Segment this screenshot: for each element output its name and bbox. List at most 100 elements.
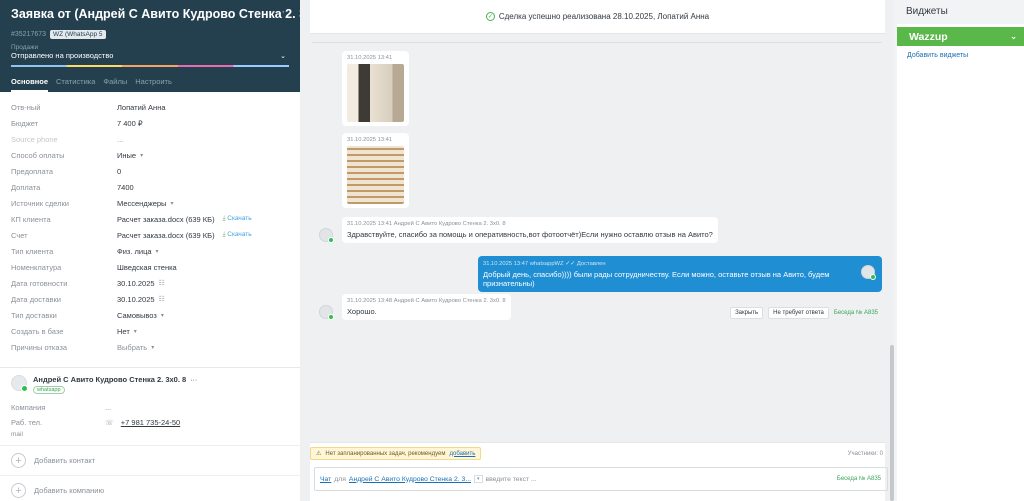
add-contact-button[interactable]: + Добавить контакт — [0, 445, 300, 475]
close-conversation-button[interactable]: Закрыть — [730, 307, 764, 319]
avatar — [319, 305, 334, 320]
download-label: Скачать — [227, 231, 252, 238]
field-value[interactable]: ... — [117, 135, 123, 144]
lead-fields: Отв-ный Лопатий Анна Бюджет 7 400 ₽ Sour… — [0, 92, 300, 355]
photo-thumbnail[interactable] — [347, 146, 404, 204]
field-value: Расчет заказа.docx (639 КБ) ⤓ Скачать — [117, 215, 252, 224]
chat-placeholder: введите текст ... — [485, 475, 537, 483]
tab-statistics[interactable]: Статистика — [56, 75, 95, 92]
source-phone-value: ... — [117, 134, 124, 144]
check-circle-icon: ✓ — [485, 12, 495, 21]
chat-input[interactable]: Чат для Андрей С Авито Кудрово Стенка 2.… — [314, 467, 888, 491]
message-bubble: 31.10.2025 13:41 Андрей С Авито Кудрово … — [342, 217, 718, 243]
contact-tag[interactable]: whatsapp — [33, 386, 65, 394]
add-company-button[interactable]: + Добавить компанию — [0, 475, 300, 501]
chevron-down-icon: ▾ — [170, 200, 174, 207]
widgets-panel: Виджеты Wazzup ⌄ Добавить виджеты — [894, 0, 1024, 501]
field-row-invoice: Счет Расчет заказа.docx (639 КБ) ⤓ Скачат… — [11, 227, 289, 243]
deal-source-value: Мессенджеры — [117, 198, 167, 208]
chat-recipient-select[interactable]: Андрей С Авито Кудрово Стенка 2. 3... — [349, 476, 471, 483]
add-task-link[interactable]: добавить — [449, 451, 475, 457]
lead-title[interactable]: Заявка от (Андрей С Авито Кудрово Стенка… — [11, 7, 300, 21]
field-value[interactable]: 0 — [117, 167, 121, 176]
notice-text: Нет запланированных задач, рекомендуем — [325, 450, 446, 457]
create-in-db-value: Нет — [117, 326, 130, 336]
download-button[interactable]: ⤓ Скачать — [223, 231, 252, 239]
whatsapp-icon — [870, 274, 876, 280]
calendar-icon: ☷ — [158, 296, 165, 303]
refusal-reason-select[interactable]: Выбрать ▾ — [117, 343, 154, 352]
phone-link[interactable]: +7 981 735-24-50 — [121, 418, 180, 427]
photo-thumbnail[interactable] — [347, 64, 404, 122]
field-label: Источник сделки — [11, 198, 69, 208]
field-label: Компания — [11, 403, 46, 412]
field-value[interactable]: 7 400 ₽ — [117, 119, 143, 128]
pipeline-label: Продажи — [11, 44, 39, 51]
tab-files[interactable]: Файлы — [103, 75, 127, 92]
double-check-icon: ✓✓ — [565, 261, 576, 267]
field-value[interactable]: 7400 — [117, 183, 134, 192]
participants-count[interactable]: Участники: 0 — [848, 451, 883, 457]
chevron-down-icon: ▾ — [151, 344, 155, 351]
field-row-budget: Бюджет 7 400 ₽ — [11, 115, 289, 131]
more-options-icon[interactable]: ··· — [272, 6, 286, 18]
whatsapp-icon — [328, 237, 334, 243]
field-value[interactable]: Лопатий Анна — [117, 103, 166, 112]
chat-type-select[interactable]: Чат — [320, 476, 331, 483]
refusal-reason-value: Выбрать — [117, 342, 148, 352]
message-bubble: 31.10.2025 13:41 — [342, 133, 409, 208]
payment-method-select[interactable]: Иные ▾ — [117, 151, 143, 160]
wazzup-widget[interactable]: Wazzup ⌄ — [897, 27, 1024, 46]
avatar — [861, 265, 876, 280]
field-value: Расчет заказа.docx (639 КБ) ⤓ Скачать — [117, 231, 252, 240]
pipeline-status-select[interactable]: Отправлено на производство ⌄ — [11, 51, 289, 60]
photo-message: 31.10.2025 13:41 — [342, 133, 409, 208]
tab-settings[interactable]: Настроить — [135, 75, 172, 92]
more-options-icon[interactable]: ··· — [190, 377, 197, 384]
message-meta: 31.10.2025 13:41 Андрей С Авито Кудрово … — [347, 221, 506, 227]
file-name[interactable]: Расчет заказа.docx (639 КБ) — [117, 231, 215, 240]
chevron-down-icon: ⌄ — [1010, 32, 1017, 41]
deal-source-select[interactable]: Мессенджеры ▾ — [117, 199, 173, 208]
create-in-db-select[interactable]: Нет ▾ — [117, 327, 137, 336]
download-button[interactable]: ⤓ Скачать — [223, 215, 252, 223]
add-company-label: Добавить компанию — [34, 486, 105, 495]
field-label: Способ оплаты — [11, 150, 65, 160]
photo-message: 31.10.2025 13:41 — [342, 51, 409, 126]
contact-block: Андрей С Авито Кудрово Стенка 2. 3х0. 8 ·… — [0, 367, 300, 438]
no-tasks-notice: ⚠ Нет запланированных задач, рекомендуем… — [310, 447, 482, 460]
field-value[interactable]: Шведская стенка — [117, 263, 177, 272]
chat-for-label: для — [334, 475, 346, 483]
chevron-down-icon[interactable]: ▾ — [473, 475, 483, 483]
lead-tabs: Основное Статистика Файлы Настроить — [11, 75, 172, 92]
company-value[interactable]: ... — [105, 403, 111, 412]
lead-tag[interactable]: WZ (WhatsApp 5 — [50, 30, 106, 39]
chevron-down-icon: ▾ — [140, 152, 144, 159]
message-meta: 31.10.2025 13:48 Андрей С Авито Кудрово … — [347, 298, 506, 304]
delivery-date-picker[interactable]: 30.10.2025 ☷ — [117, 295, 165, 304]
field-label: Тип доставки — [11, 310, 57, 320]
add-widgets-link[interactable]: Добавить виджеты — [897, 46, 1024, 65]
tab-main[interactable]: Основное — [11, 75, 49, 92]
phone-icon: ☏ — [105, 419, 114, 427]
delivery-type-select[interactable]: Самовывоз ▾ — [117, 311, 164, 320]
message-feed[interactable]: 31.10.2025 13:41 31.10.2025 13:41 31.10.… — [312, 42, 882, 332]
conversation-link[interactable]: Беседа № А835 — [837, 476, 881, 482]
file-name[interactable]: Расчет заказа.docx (639 КБ) — [117, 215, 215, 224]
field-label: Тип клиента — [11, 246, 54, 256]
chevron-down-icon: ▾ — [133, 328, 137, 335]
pipeline-status: Отправлено на производство — [11, 51, 114, 60]
chevron-down-icon: ▾ — [155, 248, 159, 255]
client-type-select[interactable]: Физ. лица ▾ — [117, 247, 159, 256]
no-reply-needed-button[interactable]: Не требует ответа — [768, 307, 829, 319]
conversation-link[interactable]: Беседа № А835 — [834, 310, 878, 316]
message-time: 31.10.2025 13:47 whatsappWZ — [483, 261, 564, 267]
field-row-create-in-db: Создать в базе Нет ▾ — [11, 323, 289, 339]
contact-name[interactable]: Андрей С Авито Кудрово Стенка 2. 3х0. 8 — [33, 375, 186, 384]
phone-field: ☏ +7 981 735-24-50 — [105, 418, 180, 427]
field-label: Счет — [11, 230, 28, 240]
field-row-responsible: Отв-ный Лопатий Анна — [11, 99, 289, 115]
ready-date-picker[interactable]: 30.10.2025 ☷ — [117, 279, 165, 288]
client-type-value: Физ. лица — [117, 246, 152, 256]
responsible-value: Лопатий Анна — [117, 102, 166, 112]
